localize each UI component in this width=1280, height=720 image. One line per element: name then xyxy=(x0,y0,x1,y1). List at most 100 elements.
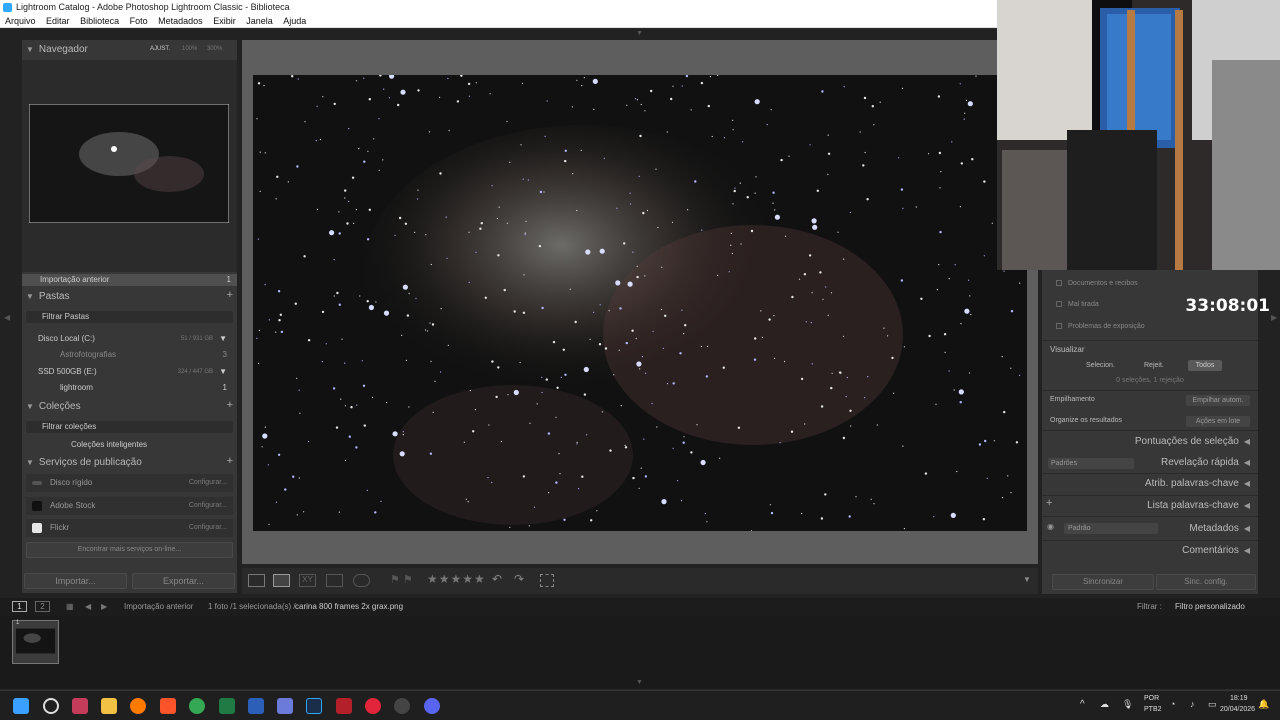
checkbox[interactable] xyxy=(1056,280,1062,287)
section-keyword-list[interactable]: Lista palavras-chave ◀ xyxy=(1147,498,1250,514)
batch-actions-button[interactable]: Ações em lote xyxy=(1186,416,1250,427)
smart-collections[interactable]: Coleções inteligentes xyxy=(26,439,233,451)
grid-view-icon[interactable] xyxy=(248,574,265,587)
view-selected[interactable]: Selecion. xyxy=(1086,362,1115,369)
zoom-300[interactable]: 300% xyxy=(207,46,222,52)
windows-start-icon[interactable] xyxy=(13,698,29,714)
survey-view-icon[interactable] xyxy=(326,574,343,587)
notification-icon[interactable]: 🔔 xyxy=(1258,699,1269,710)
collections-header[interactable]: ▼ Coleções xyxy=(26,400,81,414)
filmstrip-filename[interactable]: carina 800 frames 2x grax.png xyxy=(295,598,403,616)
filter-dropdown[interactable]: Filtro personalizado xyxy=(1175,598,1245,616)
folder-ssd[interactable]: SSD 500GB (E:) 324 / 447 GB ▼ xyxy=(26,366,233,378)
folders-header[interactable]: ▼ Pastas xyxy=(26,290,70,304)
monitor-2-button[interactable]: 2 xyxy=(35,601,50,612)
view-all-button[interactable]: Todos xyxy=(1188,360,1222,371)
rotate-right-icon[interactable]: ↷ xyxy=(514,572,524,586)
chrome-icon[interactable] xyxy=(189,698,205,714)
battery-icon[interactable]: ▭ xyxy=(1208,699,1217,710)
top-panel-toggle-icon[interactable]: ▼ xyxy=(636,30,644,37)
add-folder-icon[interactable]: + xyxy=(227,289,233,301)
section-metadata[interactable]: Metadados ◀ xyxy=(1189,521,1250,537)
keyword-item[interactable]: Documentos e recibos xyxy=(1056,280,1138,287)
configure-link[interactable]: Configurar... xyxy=(189,519,227,537)
section-comments[interactable]: Comentários ◀ xyxy=(1182,543,1250,559)
network-icon[interactable]: ☁ xyxy=(1100,699,1109,710)
sync-button[interactable]: Sincronizar xyxy=(1052,574,1154,590)
zoom-100[interactable]: 100% xyxy=(182,46,197,52)
dropdown-icon[interactable]: ▼ xyxy=(219,366,227,378)
menu-editar[interactable]: Editar xyxy=(46,16,70,26)
section-keywording[interactable]: Atrib. palavras-chave ◀ xyxy=(1145,476,1250,492)
media-player-icon[interactable] xyxy=(365,698,381,714)
app-icon[interactable] xyxy=(72,698,88,714)
add-service-icon[interactable]: + xyxy=(227,455,233,467)
section-quick-develop[interactable]: Revelação rápida ◀ xyxy=(1161,455,1250,471)
configure-link[interactable]: Configurar... xyxy=(189,497,227,515)
sync-settings-button[interactable]: Sinc. config. xyxy=(1156,574,1256,590)
language-1[interactable]: POR xyxy=(1144,695,1159,702)
lightroom-taskbar-icon[interactable] xyxy=(306,698,322,714)
metadata-preset[interactable]: Padrão xyxy=(1064,523,1158,534)
folder-astro[interactable]: Astrofotografias 3 xyxy=(26,349,233,361)
eye-icon[interactable]: ◉ xyxy=(1047,522,1054,531)
navigator-header[interactable]: ▼ Navegador xyxy=(26,43,88,57)
zoom-fit[interactable]: AJUST. xyxy=(150,46,170,52)
bottom-panel-toggle-icon[interactable]: ▼ xyxy=(636,679,643,686)
section-pick-ratings[interactable]: Pontuações de seleção ◀ xyxy=(1135,434,1250,450)
menu-foto[interactable]: Foto xyxy=(130,16,148,26)
menu-exibir[interactable]: Exibir xyxy=(213,16,236,26)
navigator-thumbnail[interactable] xyxy=(29,104,229,223)
app-icon[interactable] xyxy=(277,698,293,714)
brave-icon[interactable] xyxy=(160,698,176,714)
compare-view-icon[interactable]: XY xyxy=(299,574,316,587)
import-button[interactable]: Importar... xyxy=(24,573,127,589)
flag-icon[interactable]: ⚑ ⚑ xyxy=(390,573,413,586)
wifi-icon[interactable]: ◔ xyxy=(1170,699,1175,709)
search-icon[interactable] xyxy=(43,698,59,714)
left-panel-toggle-icon[interactable]: ◀ xyxy=(4,313,10,322)
menu-biblioteca[interactable]: Biblioteca xyxy=(80,16,119,26)
right-panel-toggle-icon[interactable]: ▶ xyxy=(1271,313,1277,322)
add-collection-icon[interactable]: + xyxy=(227,399,233,411)
filter-collections-input[interactable]: Filtrar coleções xyxy=(26,421,233,433)
filmstrip-thumbnail[interactable] xyxy=(12,620,59,664)
auto-stack-button[interactable]: Empilhar autom. xyxy=(1186,395,1250,406)
rating-stars-icon[interactable]: ★★★★★ xyxy=(427,572,486,586)
publish-header[interactable]: ▼ Serviços de publicação xyxy=(26,456,142,470)
menu-arquivo[interactable]: Arquivo xyxy=(5,16,36,26)
keyword-item[interactable]: Problemas de exposição xyxy=(1056,323,1145,330)
checkbox[interactable] xyxy=(1056,301,1062,308)
microphone-icon[interactable]: 🎙 xyxy=(1122,699,1133,710)
discord-icon[interactable] xyxy=(424,698,440,714)
quick-develop-preset[interactable]: Padrões xyxy=(1048,458,1134,469)
excel-icon[interactable] xyxy=(219,698,235,714)
service-hard-disk[interactable]: Disco rígido Configurar... xyxy=(26,474,233,492)
folder-disk-c[interactable]: Disco Local (C:) 51 / 931 GB ▼ xyxy=(26,333,233,345)
app-icon[interactable] xyxy=(394,698,410,714)
loupe-view-icon[interactable] xyxy=(273,574,290,587)
add-keyword-icon[interactable]: + xyxy=(1046,497,1052,509)
filmstrip-source[interactable]: Importação anterior xyxy=(124,598,193,616)
find-more-services-button[interactable]: Encontrar mais serviços on-line... xyxy=(26,542,233,558)
language-2[interactable]: PTB2 xyxy=(1144,706,1162,713)
menu-metadados[interactable]: Metadados xyxy=(158,16,203,26)
volume-icon[interactable]: ♪ xyxy=(1190,699,1195,709)
back-icon[interactable]: ◀ xyxy=(85,598,91,616)
dropdown-icon[interactable]: ▼ xyxy=(219,333,227,345)
navigator-preview[interactable] xyxy=(22,60,237,272)
service-adobe-stock[interactable]: Adobe Stock Configurar... xyxy=(26,497,233,515)
view-rejected[interactable]: Rejeit. xyxy=(1144,362,1164,369)
main-photo[interactable] xyxy=(253,75,1027,531)
toolbar-menu-icon[interactable]: ▼ xyxy=(1023,575,1031,584)
service-flickr[interactable]: Flickr Configurar... xyxy=(26,519,233,537)
taskbar-time[interactable]: 18:19 xyxy=(1230,695,1248,702)
keyword-item[interactable]: Mal tirada xyxy=(1056,301,1099,308)
taskbar-date[interactable]: 20/04/2026 xyxy=(1220,706,1255,713)
app-icon[interactable] xyxy=(336,698,352,714)
checkbox[interactable] xyxy=(1056,323,1062,330)
export-button[interactable]: Exportar... xyxy=(132,573,235,589)
firefox-icon[interactable] xyxy=(130,698,146,714)
monitor-1-button[interactable]: 1 xyxy=(12,601,27,612)
configure-link[interactable]: Configurar... xyxy=(189,474,227,492)
